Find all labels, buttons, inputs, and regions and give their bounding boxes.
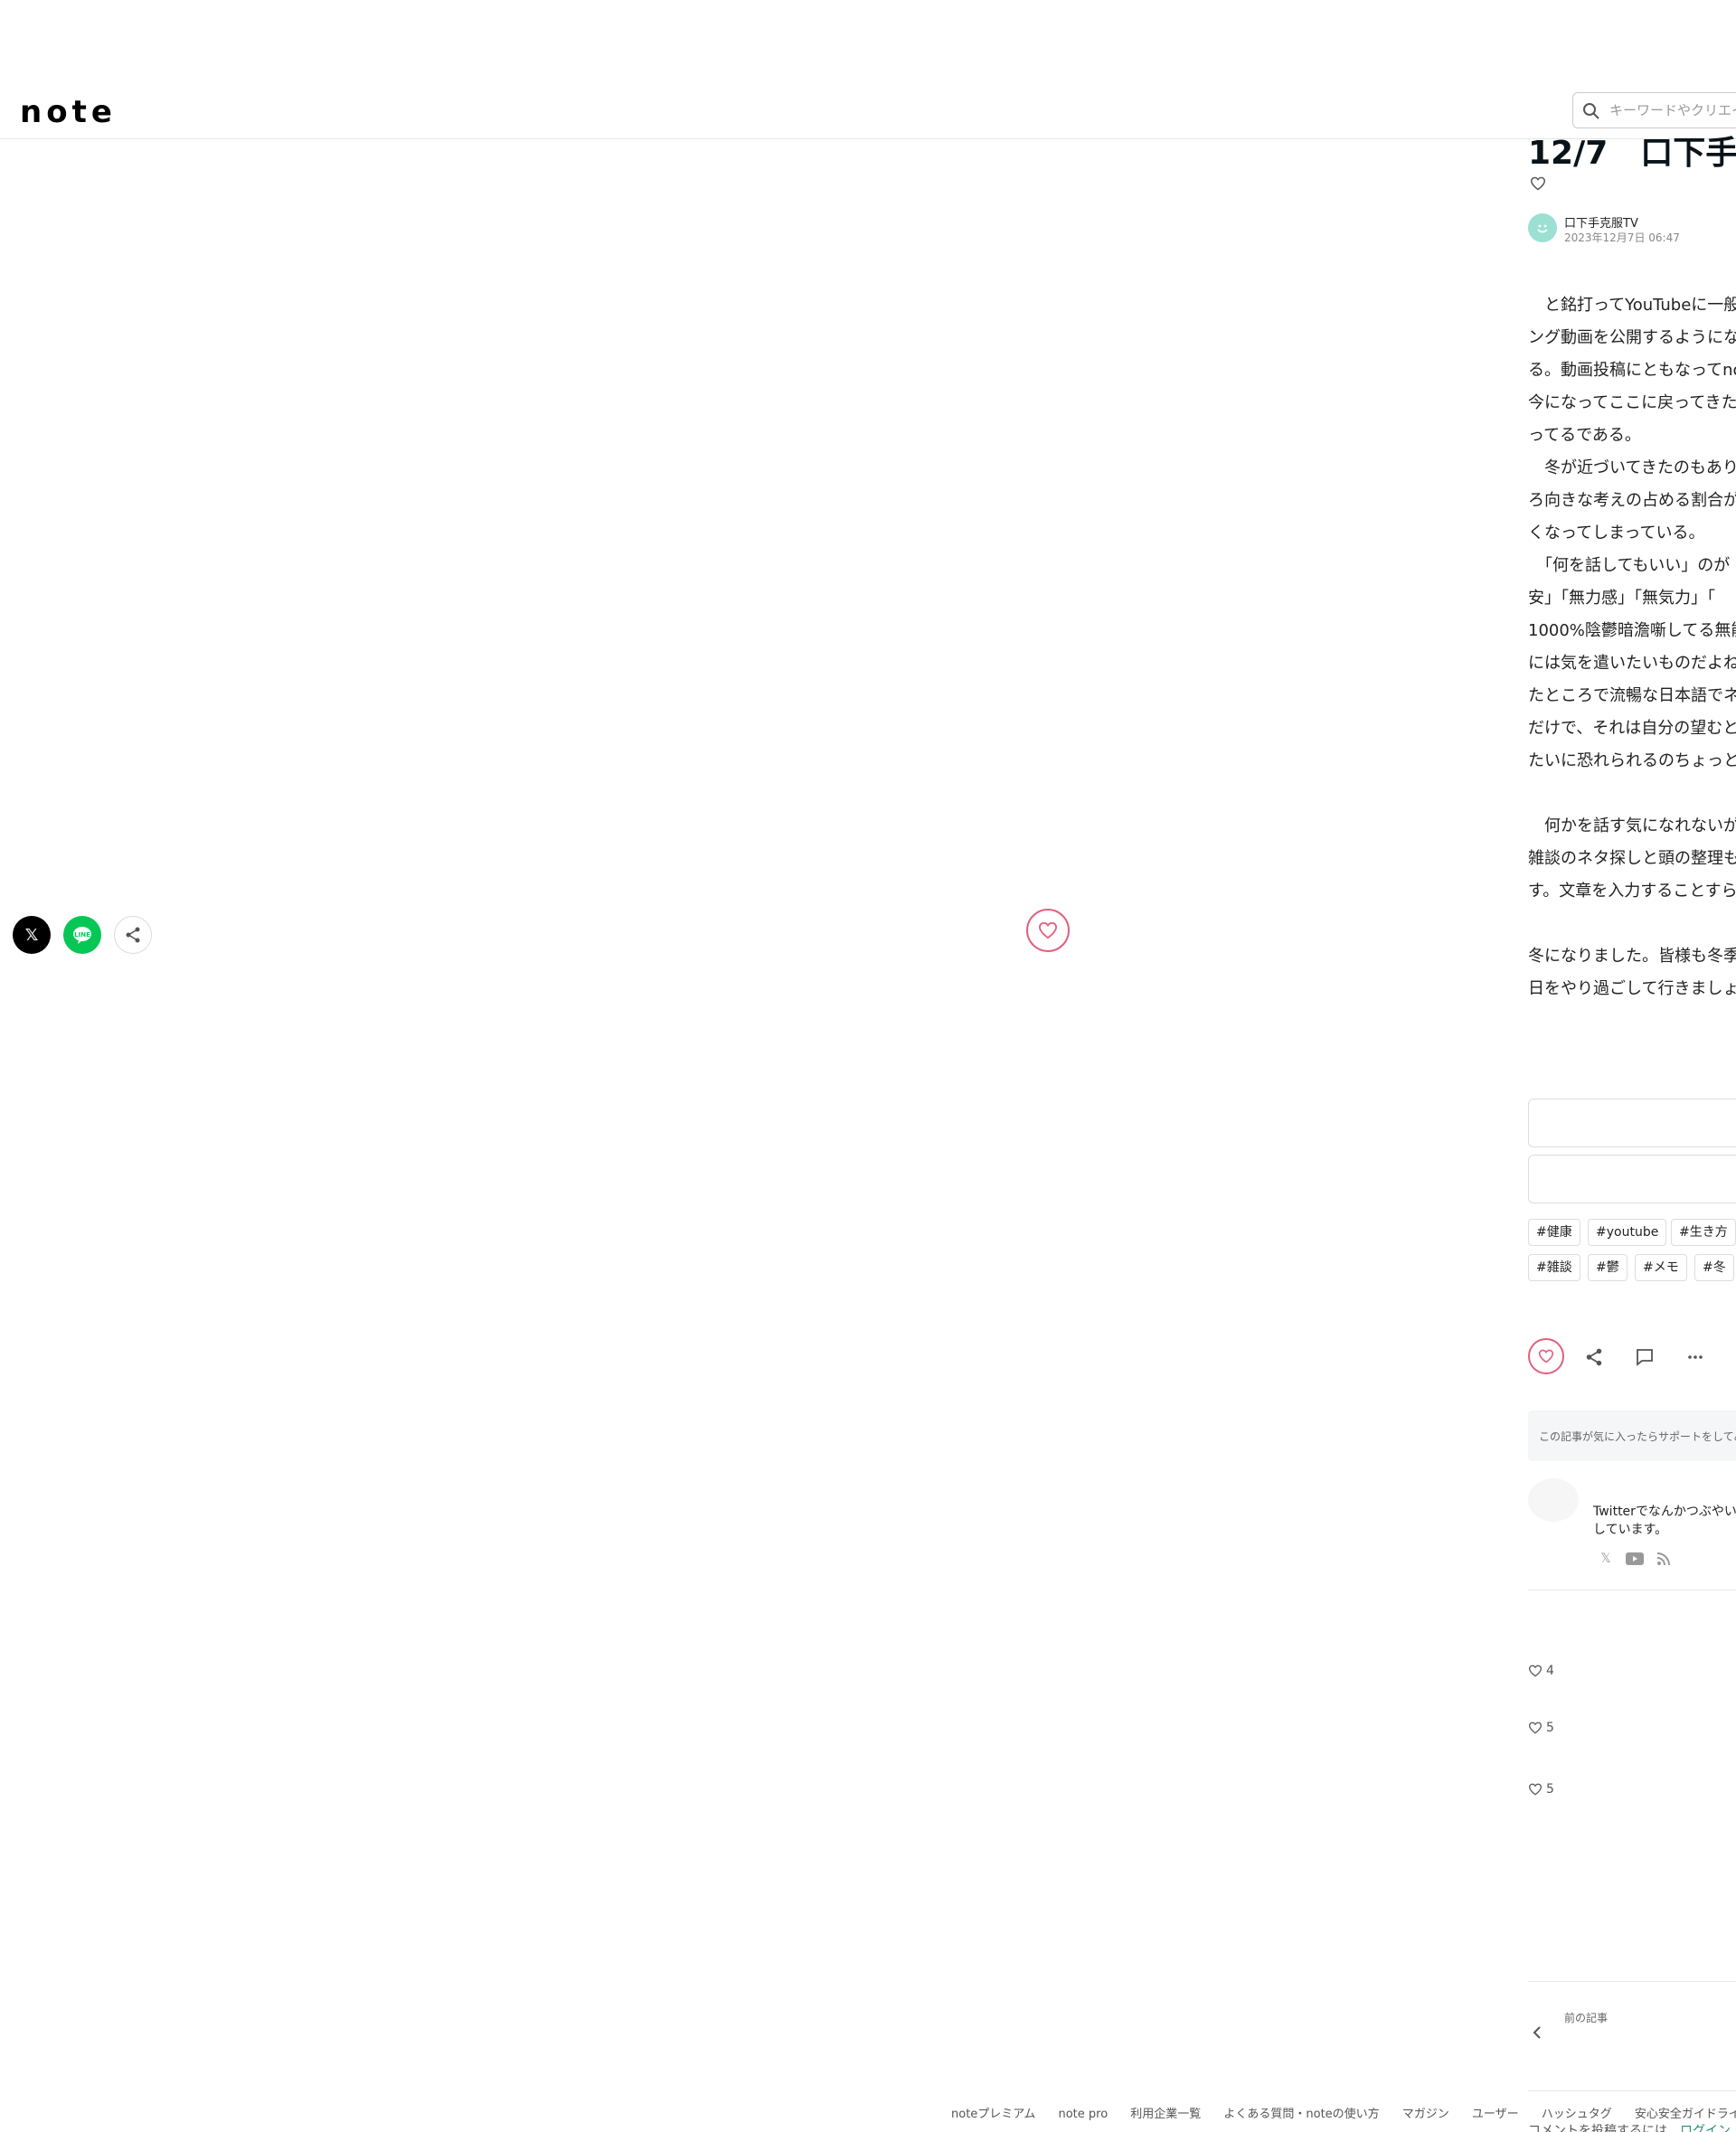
profile-bio-line: Twitterでなんかつぶやい <box>1593 1505 1736 1519</box>
profile-x-link[interactable]: 𝕏 <box>1597 1550 1615 1568</box>
search-input[interactable] <box>1609 93 1736 127</box>
related-like-count: 5 <box>1528 1721 1554 1735</box>
like-count: 5 <box>1546 1782 1554 1797</box>
smile-icon <box>1537 224 1548 233</box>
tag[interactable]: #健康 <box>1528 1219 1580 1246</box>
body-line: 日をやり過ごして行きましょ <box>1528 979 1736 998</box>
footer-links: noteプレミアム note pro 利用企業一覧 よくある質問・noteの使い… <box>951 2104 1736 2126</box>
heart-icon <box>1528 1722 1543 1734</box>
body-line: 雑談のネタ探しと頭の整理も <box>1528 849 1736 868</box>
tag[interactable]: #メモ <box>1635 1254 1687 1281</box>
body-line: だけで、それは自分の望むと <box>1528 719 1736 738</box>
comment-icon <box>1637 1349 1653 1366</box>
heart-icon <box>1538 1349 1554 1363</box>
footer-link[interactable]: マガジン <box>1402 2108 1449 2121</box>
author-avatar[interactable] <box>1528 213 1557 242</box>
line-icon: LINE <box>73 927 91 944</box>
footer-link[interactable]: noteプレミアム <box>951 2108 1035 2121</box>
heart-icon <box>1528 1665 1543 1677</box>
footer-link[interactable]: note pro <box>1058 2108 1108 2121</box>
support-text: この記事が気に入ったらサポートをしてみ <box>1539 1430 1736 1443</box>
post-date: 2023年12月7日 06:47 <box>1564 231 1680 244</box>
footer-link[interactable]: ハッシュタグ <box>1542 2108 1612 2121</box>
share-icon <box>126 927 140 943</box>
share-x-button[interactable]: 𝕏 <box>13 916 51 954</box>
divider <box>1528 2090 1736 2091</box>
footer-link[interactable]: よくある質問・noteの使い方 <box>1223 2108 1379 2121</box>
body-line: くなってしまっている。 <box>1528 524 1705 542</box>
profile-avatar[interactable] <box>1528 1478 1579 1522</box>
footer-link[interactable]: 利用企業一覧 <box>1130 2108 1201 2121</box>
profile-rss-link[interactable] <box>1655 1550 1673 1568</box>
related-like-count: 5 <box>1528 1782 1554 1797</box>
body-line: 今になってここに戻ってきた <box>1528 393 1736 412</box>
site-header: note <box>0 81 1736 139</box>
search-icon <box>1583 103 1599 119</box>
body-line: す。文章を入力することすら <box>1528 882 1736 901</box>
body-line: 冬になりました。皆様も冬季 <box>1528 947 1736 966</box>
embed-box[interactable] <box>1528 1099 1736 1147</box>
more-button[interactable] <box>1684 1345 1707 1369</box>
search-box[interactable] <box>1572 92 1736 128</box>
share-other-button[interactable] <box>114 916 152 954</box>
body-line: 安」「無力感」「無気力」「 <box>1528 589 1715 608</box>
body-line: 冬が近づいてきたのもあり <box>1528 458 1736 477</box>
svg-text:LINE: LINE <box>74 931 90 939</box>
x-icon: 𝕏 <box>24 925 39 945</box>
body-line: る。動画投稿にともなってno <box>1528 361 1736 380</box>
body-line: ろ向きな考えの占める割合が <box>1528 491 1736 510</box>
footer-link[interactable]: 安心安全ガイドライン <box>1635 2108 1736 2121</box>
more-icon <box>1688 1355 1703 1359</box>
body-line: たところで流暢な日本語でネ <box>1528 686 1736 705</box>
share-icon <box>1586 1348 1602 1366</box>
share-line-button[interactable]: LINE <box>63 916 101 954</box>
embed-box[interactable] <box>1528 1155 1736 1203</box>
note-logo[interactable]: note <box>20 94 117 130</box>
like-count: 5 <box>1546 1721 1554 1735</box>
profile-bio-line: しています。 <box>1593 1523 1668 1537</box>
support-box: この記事が気に入ったらサポートをしてみ <box>1528 1410 1736 1461</box>
body-line: 何かを話す気になれないが <box>1528 816 1736 835</box>
body-line: 1000%陰鬱暗澹噺してる無能 <box>1528 621 1736 640</box>
tag[interactable]: #冬 <box>1694 1254 1734 1281</box>
author-name[interactable]: 口下手克服TV <box>1564 213 1638 231</box>
heart-icon <box>1038 921 1058 939</box>
heart-icon[interactable] <box>1530 176 1546 191</box>
body-line: ってるである。 <box>1528 426 1641 445</box>
rss-icon <box>1656 1552 1670 1566</box>
divider <box>1528 1981 1736 1982</box>
chevron-left-icon[interactable] <box>1532 2025 1543 2040</box>
profile-youtube-link[interactable] <box>1626 1550 1644 1568</box>
tag[interactable]: #鬱 <box>1588 1254 1628 1281</box>
heart-icon <box>1528 1783 1543 1796</box>
like-count: 4 <box>1546 1664 1554 1678</box>
body-line: 「何を話してもいい」のが <box>1528 556 1731 575</box>
footer-link[interactable]: ユーザー <box>1472 2108 1519 2121</box>
tag[interactable]: #雑談 <box>1528 1254 1580 1281</box>
article-title: 12/7 口下手克 <box>1528 135 1736 172</box>
prev-article-label[interactable]: 前の記事 <box>1564 2010 1608 2025</box>
like-button[interactable] <box>1528 1338 1564 1374</box>
tag[interactable]: #生き方 <box>1671 1219 1736 1246</box>
profile-bio: Twitterでなんかつぶやい しています。 <box>1593 1503 1736 1539</box>
floating-like-button[interactable] <box>1026 909 1070 952</box>
share-button[interactable] <box>1582 1345 1606 1369</box>
body-line: ング動画を公開するようにな <box>1528 328 1736 347</box>
body-line: たいに恐れられるのちょっと <box>1528 751 1736 770</box>
x-icon: 𝕏 <box>1600 1552 1611 1566</box>
body-line: と銘打ってYouTubeに一般 <box>1528 296 1736 315</box>
youtube-icon <box>1626 1552 1644 1565</box>
related-like-count: 4 <box>1528 1664 1554 1678</box>
body-line: には気を遣いたいものだよね <box>1528 654 1736 673</box>
tag[interactable]: #youtube <box>1588 1219 1667 1246</box>
comment-button[interactable] <box>1633 1345 1656 1369</box>
